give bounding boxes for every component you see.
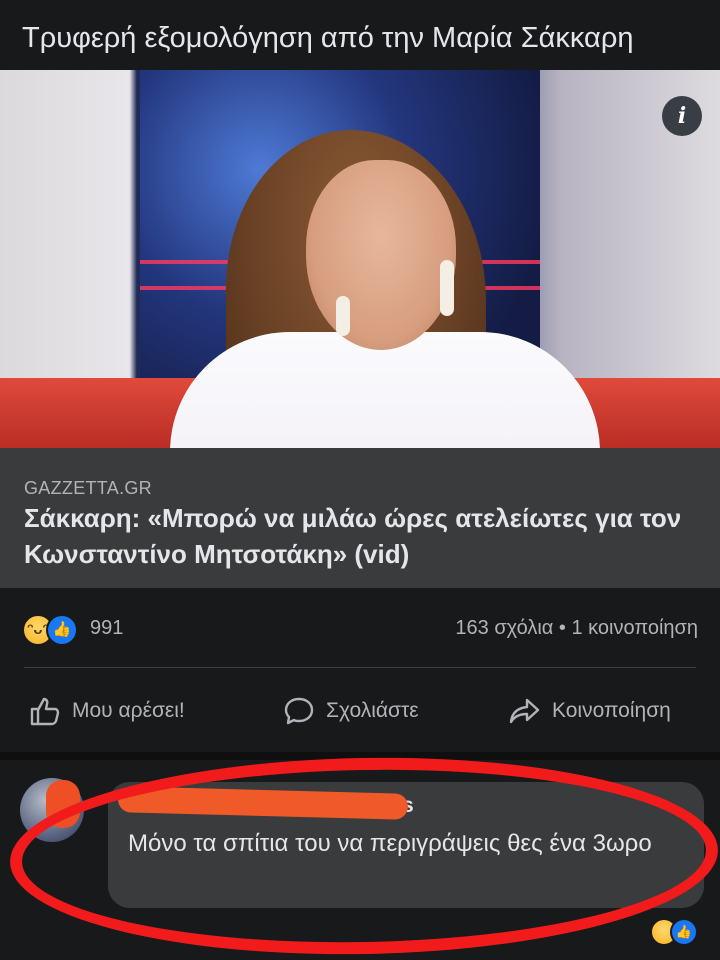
thumbs-up-icon (30, 697, 60, 726)
annotation-ellipse (8, 751, 720, 960)
info-icon[interactable]: i (662, 96, 702, 136)
post-stats: ᵔᴗᵔ 👍 991 163 σχόλια • 1 κοινοποίηση (0, 608, 720, 648)
comments-shares-count[interactable]: 163 σχόλια • 1 κοινοποίηση (455, 617, 698, 640)
comment-icon (284, 697, 314, 725)
like-icon: 👍 (670, 918, 698, 946)
video-thumbnail[interactable]: i (0, 70, 720, 448)
video-person-face (306, 160, 456, 350)
action-bar: Μου αρέσει! Σχολιάστε Κοινοποίηση (0, 686, 720, 736)
like-label: Μου αρέσει! (72, 699, 185, 722)
comment-reactions[interactable]: 👍 (650, 918, 704, 948)
share-icon (509, 698, 540, 724)
video-earring (440, 260, 454, 316)
like-button[interactable]: Μου αρέσει! (28, 686, 185, 736)
comment-label: Σχολιάστε (326, 699, 419, 722)
like-icon: 👍 (46, 614, 78, 646)
reaction-count[interactable]: 991 (90, 617, 123, 640)
video-earring (336, 296, 350, 336)
share-button[interactable]: Κοινοποίηση (508, 686, 671, 736)
comment-button[interactable]: Σχολιάστε (282, 686, 419, 736)
divider (24, 667, 696, 668)
share-label: Κοινοποίηση (552, 699, 671, 722)
link-headline[interactable]: Σάκκαρη: «Μπορώ να μιλάω ώρες ατελείωτες… (24, 500, 700, 572)
link-source: GAZZETTA.GR (24, 478, 152, 498)
post-text: Τρυφερή εξομολόγηση από την Μαρία Σάκκαρ… (22, 22, 634, 54)
